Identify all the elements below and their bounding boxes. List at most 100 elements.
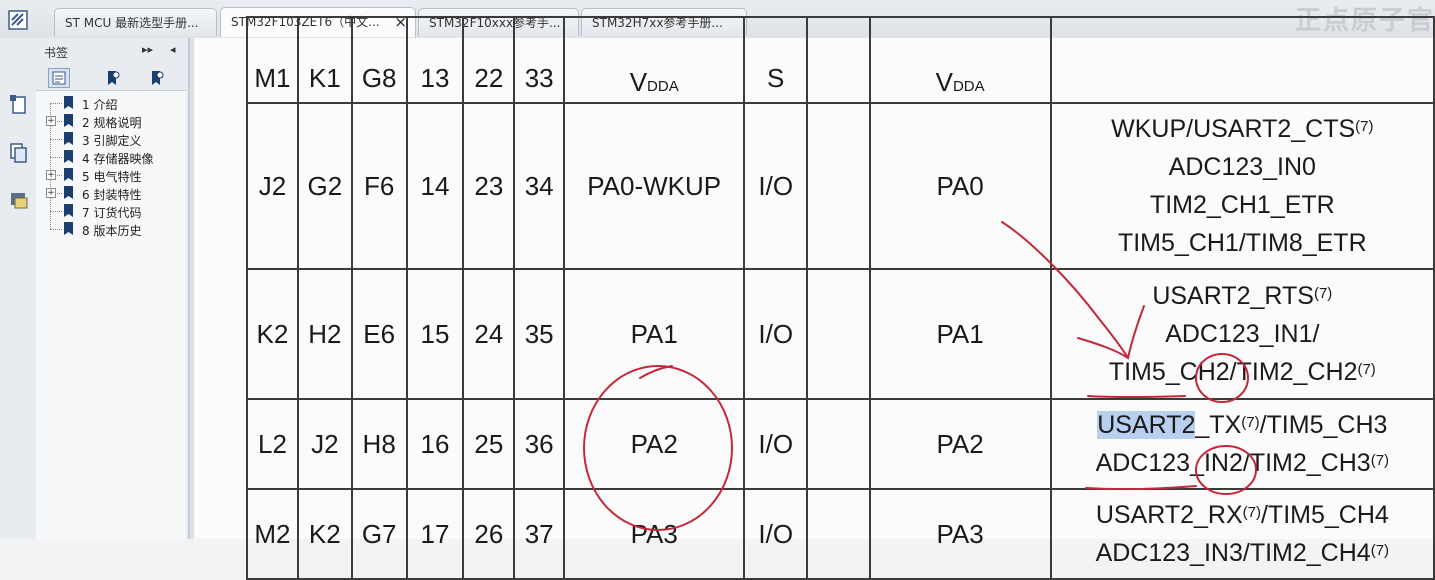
cell-pin-name: VDDA: [563, 16, 746, 104]
pdf-page: M1 K1 G8 13 22 33 VDDA S VDDA J2 G2 F6 1…: [194, 16, 1435, 580]
cell-type: I/O: [743, 102, 809, 270]
bookmark-item-ordering[interactable]: 7 订货代码: [36, 202, 186, 220]
table-row: K2 H2 E6 15 24 35 PA1 I/O PA1 USART2_RTS…: [246, 268, 1435, 400]
bookmarks-header: 书签 ▸▸ ◂: [36, 40, 186, 62]
cell-pin-bga144: L2: [246, 398, 299, 490]
expand-icon[interactable]: +: [46, 188, 56, 198]
panel-icon-strip: [0, 38, 36, 539]
cell-pin-bga144: J2: [246, 102, 299, 270]
cell-default-function: VDDA: [868, 16, 1052, 104]
cell-type: S: [743, 16, 809, 104]
tab-st-mcu-selection[interactable]: ST MCU 最新选型手册...: [54, 8, 217, 36]
footnote-ref: (7): [1370, 542, 1390, 559]
cell-alternate-function: WKUP/USART2_CTS(7) ADC123_IN0 TIM2_CH1_E…: [1049, 102, 1435, 270]
cell-pin-lqfp144: 35: [513, 268, 566, 400]
cell-pin-name: PA3: [563, 488, 746, 580]
cell-pin-wlcsp64: G7: [350, 488, 408, 580]
alt-function-line: TIM2_CH1_ETR: [1149, 191, 1335, 219]
cell-pin-name: PA0-WKUP: [563, 102, 746, 270]
bookmark-item-revision-history[interactable]: 8 版本历史: [36, 220, 186, 238]
cell-pin-bga100: K2: [296, 488, 353, 580]
bookmark-label: 7 订货代码: [82, 206, 142, 220]
cell-pin-lqfp64: 16: [405, 398, 465, 490]
cell-pin-name: PA2: [563, 398, 746, 490]
expand-icon[interactable]: +: [46, 116, 56, 126]
cell-pin-bga144: K2: [246, 268, 299, 400]
table-row: J2 G2 F6 14 23 34 PA0-WKUP I/O PA0 WKUP/…: [246, 102, 1435, 270]
bookmark-icon: [64, 150, 73, 163]
alt-function-line: TIM5_CH1/TIM8_ETR: [1117, 229, 1367, 257]
alt-function-line: USART2_RTS(7): [1052, 277, 1433, 315]
cell-pin-wlcsp64: H8: [350, 398, 408, 490]
alt-function-text: WKUP/USART2_CTS: [1111, 115, 1356, 143]
bookmark-label: 1 介绍: [82, 98, 118, 112]
cell-pin-lqfp144: 34: [513, 102, 566, 270]
cell-default-function: PA0: [868, 102, 1052, 270]
cell-pin-wlcsp64: F6: [350, 102, 408, 270]
selected-text-highlight[interactable]: USART2: [1097, 411, 1196, 439]
cell-pin-bga100: K1: [296, 16, 353, 104]
bookmark-icon: [64, 96, 73, 109]
alt-function-text: TIM5_CH2/TIM2_CH2: [1108, 358, 1358, 386]
find-bookmark-icon[interactable]: [146, 68, 168, 88]
page-thumbnails-icon[interactable]: [9, 94, 29, 116]
bookmarks-toolbar: [36, 66, 186, 90]
cell-text: V: [629, 67, 648, 97]
cell-io-level: [806, 268, 871, 400]
alt-function-line: ADC123_IN0: [1168, 153, 1316, 181]
cell-io-level: [806, 102, 871, 270]
cell-alternate-function: USART2_RX(7)/TIM5_CH4 ADC123_IN3/TIM2_CH…: [1049, 488, 1435, 580]
cell-type: I/O: [743, 488, 809, 580]
app-logo-icon[interactable]: [8, 10, 28, 30]
new-bookmark-icon[interactable]: [102, 68, 124, 88]
cell-type: I/O: [743, 398, 809, 490]
bookmark-item-pin-definitions[interactable]: 3 引脚定义: [36, 130, 186, 148]
bookmark-label: 3 引脚定义: [82, 134, 142, 148]
bookmark-item-specifications[interactable]: + 2 规格说明: [36, 112, 186, 130]
bookmark-icon: [64, 222, 73, 235]
tab-label: ST MCU 最新选型手册...: [65, 16, 199, 30]
bookmark-item-memory-map[interactable]: 4 存储器映像: [36, 148, 186, 166]
bookmark-item-package[interactable]: + 6 封装特性: [36, 184, 186, 202]
bookmark-label: 5 电气特性: [82, 170, 142, 184]
comments-icon[interactable]: [9, 190, 29, 212]
collapse-panel-icon[interactable]: ◂: [170, 43, 176, 56]
footnote-ref: (7): [1241, 414, 1260, 431]
bookmark-tree: 1 介绍 + 2 规格说明 3 引脚定义 4 存储器映像 + 5 电气特性 + …: [36, 90, 186, 540]
cell-pin-lqfp100: 26: [462, 488, 516, 580]
footnote-ref: (7): [1355, 118, 1374, 135]
bookmark-icon: [64, 186, 73, 199]
alt-function-line: ADC123_IN3/TIM2_CH4(7): [1052, 534, 1433, 572]
bookmark-item-introduction[interactable]: 1 介绍: [36, 94, 186, 112]
cell-alternate-function: USART2_RTS(7) ADC123_IN1/ TIM5_CH2/TIM2_…: [1049, 268, 1435, 400]
bookmark-item-electrical[interactable]: + 5 电气特性: [36, 166, 186, 184]
cell-pin-lqfp144: 37: [513, 488, 566, 580]
alt-function-text: ADC123_IN2/TIM2_CH3: [1095, 449, 1371, 477]
cell-pin-lqfp100: 23: [462, 102, 516, 270]
alt-function-line: TIM5_CH2/TIM2_CH2(7): [1052, 353, 1433, 391]
cell-text: V: [935, 67, 953, 97]
cell-pin-lqfp100: 22: [462, 16, 516, 104]
footnote-ref: (7): [1313, 285, 1333, 302]
alt-function-text: /TIM5_CH3: [1259, 411, 1388, 439]
cell-pin-name: PA1: [563, 268, 746, 400]
expand-icon[interactable]: +: [46, 170, 56, 180]
cell-alternate-function: USART2_TX(7)/TIM5_CH3 ADC123_IN2/TIM2_CH…: [1049, 398, 1435, 490]
cell-subscript: DDA: [647, 78, 679, 95]
bookmark-label: 6 封装特性: [82, 188, 142, 202]
cell-pin-bga144: M2: [246, 488, 299, 580]
table-row: M2 K2 G7 17 26 37 PA3 I/O PA3 USART2_RX(…: [246, 488, 1435, 580]
cell-pin-lqfp64: 17: [405, 488, 465, 580]
expand-panel-icon[interactable]: ▸▸: [142, 43, 153, 56]
cell-io-level: [806, 398, 871, 490]
bookmark-icon: [64, 204, 73, 217]
layers-icon[interactable]: [9, 142, 29, 164]
cell-pin-lqfp100: 25: [462, 398, 516, 490]
document-viewer[interactable]: M1 K1 G8 13 22 33 VDDA S VDDA J2 G2 F6 1…: [190, 16, 1435, 580]
cell-default-function: PA3: [868, 488, 1052, 580]
bookmark-icon: [64, 114, 73, 127]
cell-pin-bga144: M1: [246, 16, 299, 104]
bookmark-options-icon[interactable]: [48, 68, 70, 88]
cell-pin-bga100: H2: [296, 268, 353, 400]
alt-function-line: USART2_TX(7)/TIM5_CH3: [1052, 406, 1433, 444]
